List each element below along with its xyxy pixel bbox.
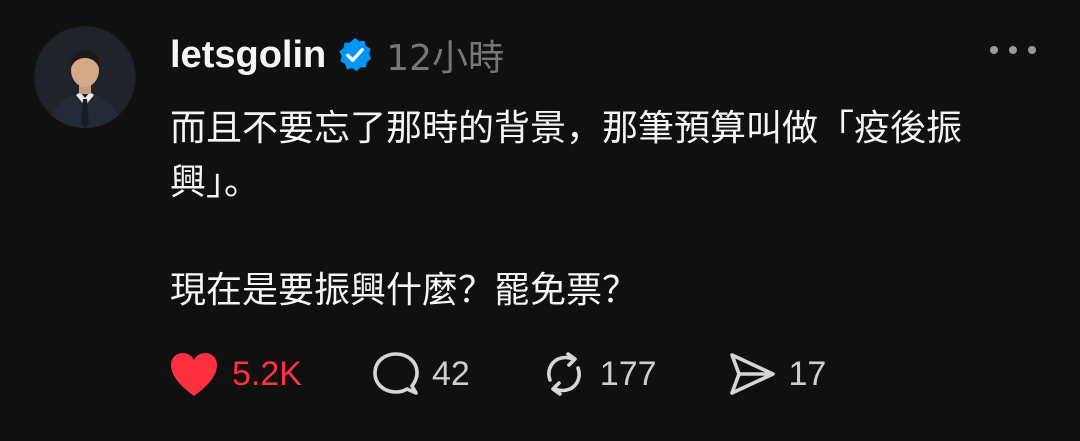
username[interactable]: letsgolin: [170, 34, 326, 77]
like-count: 5.2K: [232, 354, 302, 393]
post-content: 而且不要忘了那時的背景，那筆預算叫做「疫後振興」。 現在是要振興什麼？罷免票？: [170, 102, 1030, 318]
reply-count: 42: [431, 354, 470, 393]
dot: [1028, 46, 1036, 54]
avatar-image: [34, 26, 136, 128]
verified-badge-icon: [336, 36, 374, 74]
more-options-icon[interactable]: [990, 44, 1036, 56]
share-button[interactable]: 17: [727, 350, 827, 398]
like-button[interactable]: 5.2K: [168, 350, 302, 398]
post-text-paragraph-1: 而且不要忘了那時的背景，那筆預算叫做「疫後振興」。: [170, 108, 963, 203]
send-icon: [729, 353, 775, 395]
post-actions: 5.2K 42 177 17: [168, 346, 896, 402]
post-text-paragraph-2: 現在是要振興什麼？罷免票？: [170, 270, 639, 311]
share-count: 17: [788, 354, 827, 393]
repost-button[interactable]: 177: [540, 350, 657, 398]
post-header: letsgolin 12小時: [170, 30, 504, 80]
reply-button[interactable]: 42: [372, 350, 470, 398]
heart-filled-icon: [171, 353, 217, 396]
repost-icon: [546, 352, 581, 396]
comment-bubble-icon: [373, 352, 419, 395]
avatar[interactable]: [34, 26, 136, 128]
dot: [990, 46, 998, 54]
dot: [1009, 46, 1017, 54]
repost-count: 177: [599, 354, 657, 393]
thread-post: letsgolin 12小時 而且不要忘了那時的背景，那筆預算叫做「疫後振興」。…: [0, 0, 1080, 441]
post-timestamp: 12小時: [386, 38, 505, 79]
